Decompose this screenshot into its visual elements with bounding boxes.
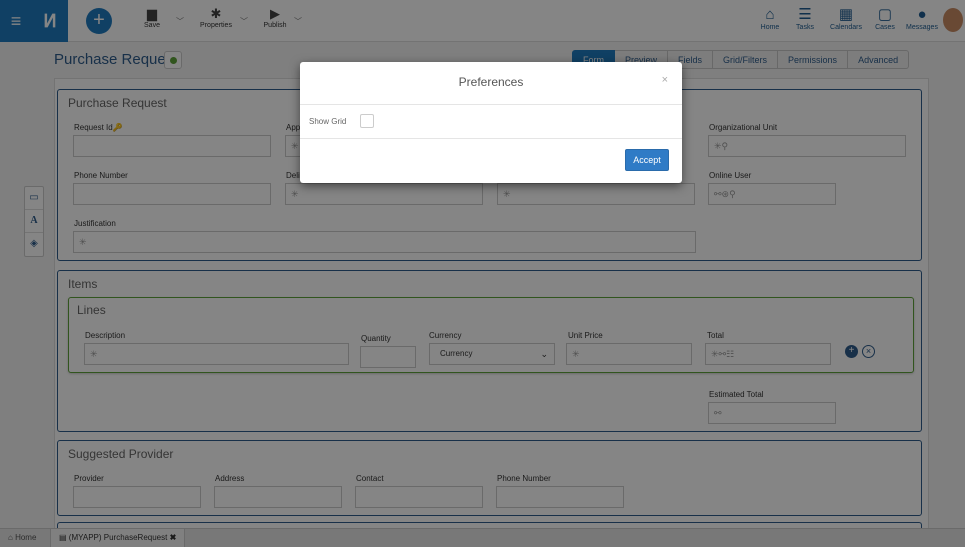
- divider: [300, 104, 682, 105]
- show-grid-checkbox[interactable]: [360, 114, 374, 128]
- accept-button[interactable]: Accept: [625, 149, 669, 171]
- preferences-dialog: Preferences × Show Grid Accept: [300, 62, 682, 183]
- divider: [300, 138, 682, 139]
- show-grid-label: Show Grid: [309, 117, 347, 126]
- close-icon[interactable]: ×: [662, 74, 668, 86]
- dialog-title: Preferences: [458, 75, 524, 89]
